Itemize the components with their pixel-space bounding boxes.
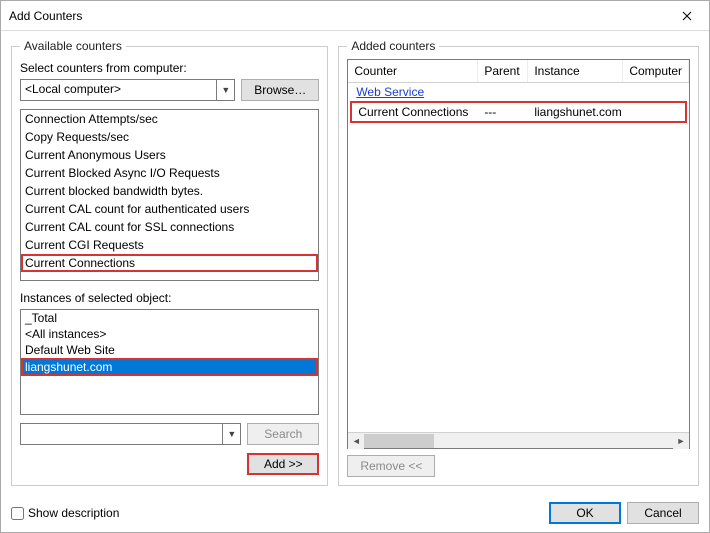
instances-label: Instances of selected object: — [20, 291, 319, 305]
close-button[interactable] — [665, 1, 709, 31]
dialog-footer: Show description OK Cancel — [11, 502, 699, 524]
search-value — [21, 424, 222, 444]
counters-listbox[interactable]: Connection Attempts/sec Copy Requests/se… — [20, 109, 319, 281]
show-description-input[interactable] — [11, 507, 24, 520]
counter-item-selected[interactable]: Current Connections — [21, 254, 318, 272]
instance-item[interactable]: Default Web Site — [21, 342, 318, 358]
cell-parent: --- — [478, 103, 528, 121]
remove-button: Remove << — [347, 455, 435, 477]
counter-item[interactable]: Copy Requests/sec — [21, 128, 318, 146]
table-header: Counter Parent Instance Computer — [348, 60, 689, 83]
horizontal-scrollbar[interactable]: ◄ ► — [348, 432, 689, 448]
scroll-thumb[interactable] — [364, 434, 434, 448]
counter-item[interactable]: Current CAL count for SSL connections — [21, 218, 318, 236]
instances-listbox[interactable]: _Total <All instances> Default Web Site … — [20, 309, 319, 415]
computer-select-value: <Local computer> — [21, 80, 216, 100]
instance-item[interactable]: _Total — [21, 310, 318, 326]
col-computer[interactable]: Computer — [623, 60, 689, 82]
scroll-left-icon[interactable]: ◄ — [348, 433, 364, 449]
group-header[interactable]: Web Service — [348, 83, 689, 101]
col-counter[interactable]: Counter — [348, 60, 478, 82]
chevron-down-icon: ▼ — [216, 80, 234, 100]
added-table: Counter Parent Instance Computer Web Ser… — [347, 59, 690, 449]
search-input[interactable]: ▼ — [20, 423, 241, 445]
select-computer-label: Select counters from computer: — [20, 61, 319, 75]
title-bar: Add Counters — [1, 1, 709, 31]
search-button: Search — [247, 423, 319, 445]
ok-button[interactable]: OK — [549, 502, 621, 524]
counter-item[interactable]: Current CAL count for authenticated user… — [21, 200, 318, 218]
chevron-down-icon: ▼ — [222, 424, 240, 444]
instance-item[interactable]: <All instances> — [21, 326, 318, 342]
counter-item[interactable]: Connection Attempts/sec — [21, 110, 318, 128]
available-legend: Available counters — [20, 39, 126, 53]
show-description-label: Show description — [28, 506, 119, 520]
added-counters-group: Added counters Counter Parent Instance C… — [338, 39, 699, 486]
counter-item[interactable]: Current Blocked Async I/O Requests — [21, 164, 318, 182]
computer-select[interactable]: <Local computer> ▼ — [20, 79, 235, 101]
available-counters-group: Available counters Select counters from … — [11, 39, 328, 486]
scroll-right-icon[interactable]: ► — [673, 433, 689, 449]
counter-item[interactable]: Current Anonymous Users — [21, 146, 318, 164]
cancel-button[interactable]: Cancel — [627, 502, 699, 524]
dialog-title: Add Counters — [9, 9, 665, 23]
instance-item-selected[interactable]: liangshunet.com — [21, 358, 318, 376]
add-button[interactable]: Add >> — [247, 453, 319, 475]
cell-counter: Current Connections — [352, 103, 478, 121]
table-row[interactable]: Current Connections --- liangshunet.com — [350, 101, 687, 123]
col-parent[interactable]: Parent — [478, 60, 528, 82]
cell-instance: liangshunet.com — [528, 103, 623, 121]
close-icon — [682, 11, 692, 21]
added-legend: Added counters — [347, 39, 439, 53]
browse-button[interactable]: Browse… — [241, 79, 319, 101]
table-body: Web Service Current Connections --- lian… — [348, 83, 689, 432]
counter-item[interactable]: Current CGI Requests — [21, 236, 318, 254]
show-description-checkbox[interactable]: Show description — [11, 506, 119, 520]
col-instance[interactable]: Instance — [528, 60, 623, 82]
counter-item[interactable]: Current blocked bandwidth bytes. — [21, 182, 318, 200]
